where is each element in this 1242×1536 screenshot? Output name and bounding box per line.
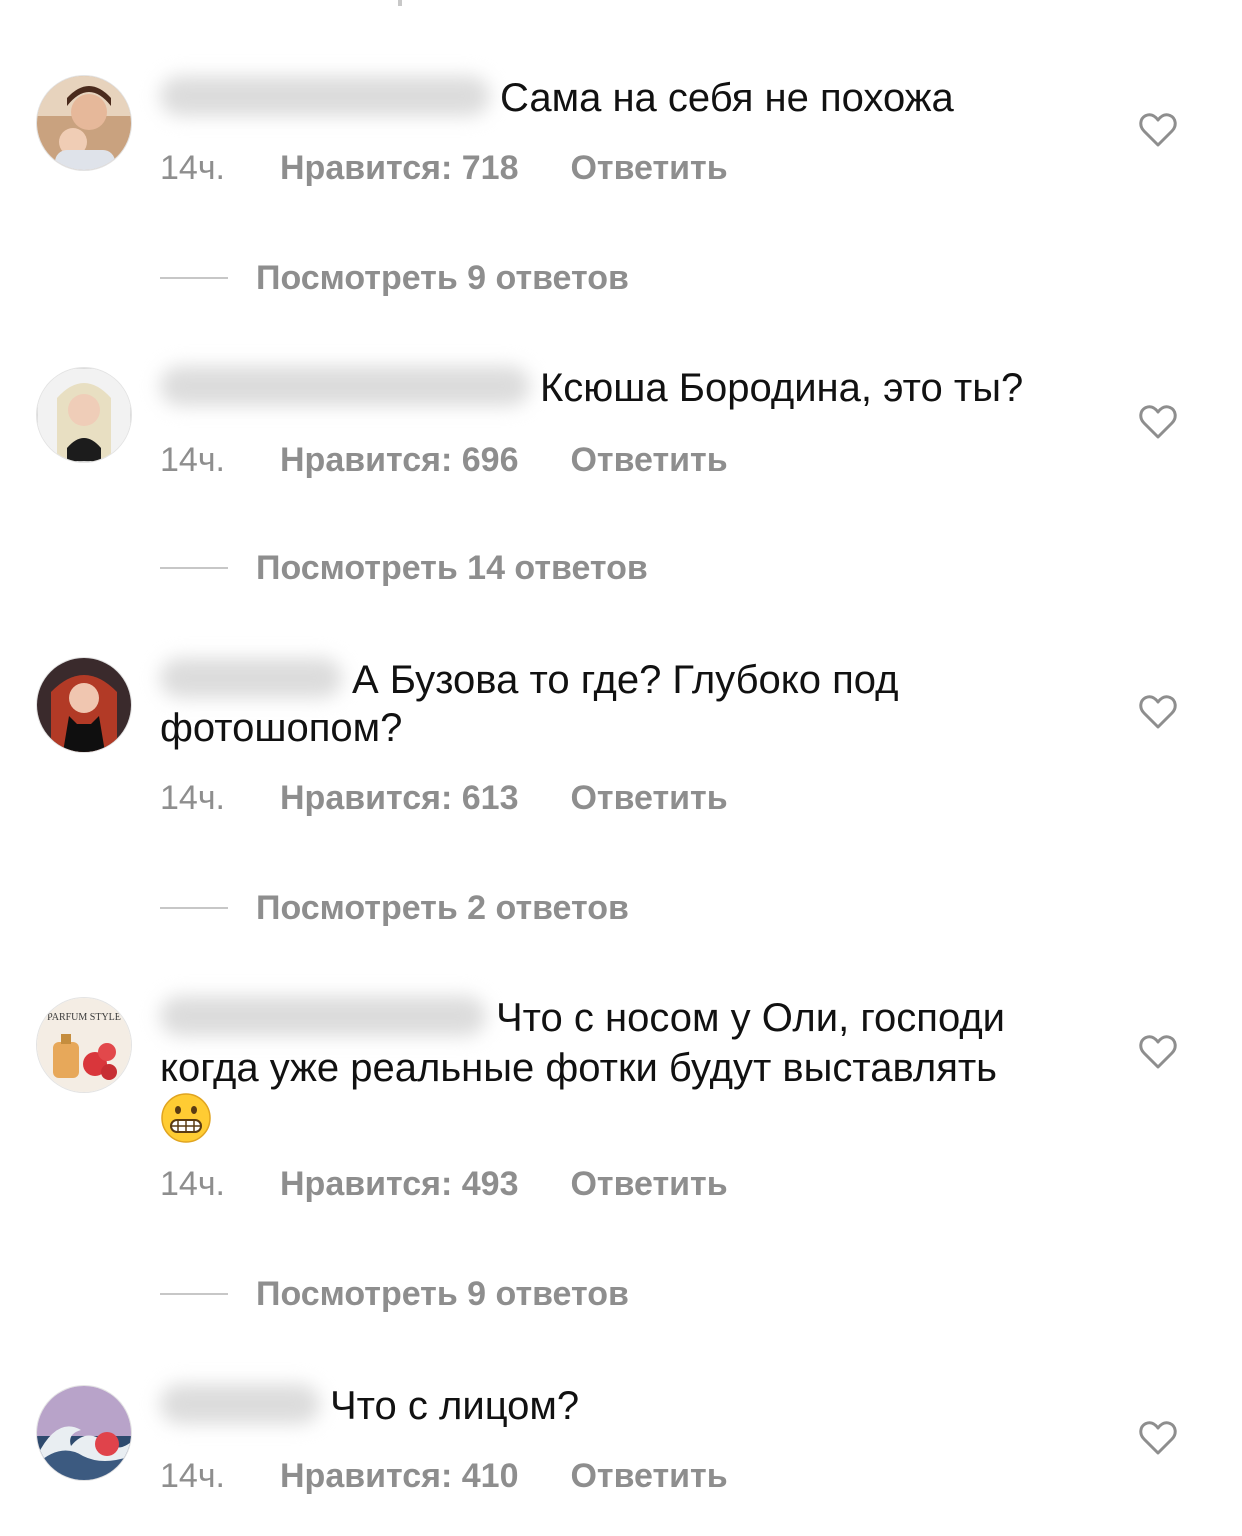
comment-text: когда уже реальные фотки будут выставлят… bbox=[160, 1046, 998, 1090]
replies-divider bbox=[160, 1293, 228, 1296]
avatar-image bbox=[37, 1386, 131, 1480]
username-redacted[interactable] bbox=[160, 1384, 320, 1425]
comment-text-line: Что с лицом? bbox=[160, 1382, 1072, 1430]
avatar-image bbox=[37, 368, 131, 462]
heart-outline-icon[interactable] bbox=[1138, 1420, 1178, 1456]
replies-divider bbox=[160, 567, 228, 570]
likes-count[interactable]: Нравится: 493 bbox=[280, 1164, 518, 1204]
grimacing-face-emoji bbox=[161, 1093, 211, 1144]
comment-meta: 14ч. Нравится: 718 Ответить bbox=[160, 148, 728, 188]
avatar[interactable]: PARFUM STYLE bbox=[37, 998, 131, 1092]
avatar-image bbox=[37, 658, 131, 752]
comment-meta: 14ч. Нравится: 410 Ответить bbox=[160, 1456, 728, 1496]
reply-button[interactable]: Ответить bbox=[570, 778, 727, 818]
comment-time: 14ч. bbox=[160, 779, 225, 817]
view-replies-button[interactable]: Посмотреть 2 ответов bbox=[160, 888, 629, 928]
username-redacted[interactable] bbox=[160, 76, 490, 117]
username-redacted[interactable] bbox=[160, 658, 342, 699]
reply-button[interactable]: Ответить bbox=[570, 1456, 727, 1496]
view-replies-button[interactable]: Посмотреть 9 ответов bbox=[160, 258, 629, 298]
comment-time: 14ч. bbox=[160, 149, 225, 187]
comment-time: 14ч. bbox=[160, 1457, 225, 1495]
reply-button[interactable]: Ответить bbox=[570, 148, 727, 188]
reply-button[interactable]: Ответить bbox=[570, 1164, 727, 1204]
replies-divider bbox=[160, 907, 228, 910]
avatar-image: PARFUM STYLE bbox=[37, 998, 131, 1092]
reply-button[interactable]: Ответить bbox=[570, 440, 727, 480]
comment-text: фотошопом? bbox=[160, 706, 403, 750]
heart-outline-icon[interactable] bbox=[1138, 112, 1178, 148]
replies-divider bbox=[160, 277, 228, 280]
view-replies-button[interactable]: Посмотреть 14 ответов bbox=[160, 548, 648, 588]
comment-text: Что с лицом? bbox=[330, 1384, 580, 1428]
username-redacted[interactable] bbox=[160, 996, 486, 1037]
comment-text: Сама на себя не похожа bbox=[500, 76, 954, 120]
comment-time: 14ч. bbox=[160, 1165, 225, 1203]
avatar-logo-text: PARFUM STYLE bbox=[47, 1012, 121, 1023]
heart-outline-icon[interactable] bbox=[1138, 694, 1178, 730]
comment-time: 14ч. bbox=[160, 441, 225, 479]
view-replies-label: Посмотреть 2 ответов bbox=[256, 889, 629, 927]
view-replies-label: Посмотреть 9 ответов bbox=[256, 1275, 629, 1313]
view-replies-button[interactable]: Посмотреть 9 ответов bbox=[160, 1274, 629, 1314]
view-replies-label: Посмотреть 9 ответов bbox=[256, 259, 629, 297]
comment-text-line: Что с носом у Оли, господи bbox=[160, 994, 1072, 1042]
scroll-top-tick bbox=[398, 0, 402, 6]
comment-text-line: Сама на себя не похожа bbox=[160, 74, 1072, 122]
comment-text: А Бузова то где? Глубоко под bbox=[352, 658, 899, 702]
likes-count[interactable]: Нравится: 718 bbox=[280, 148, 518, 188]
avatar[interactable] bbox=[37, 76, 131, 170]
comment-text: Что с носом у Оли, господи bbox=[496, 996, 1006, 1040]
likes-count[interactable]: Нравится: 410 bbox=[280, 1456, 518, 1496]
likes-count[interactable]: Нравится: 696 bbox=[280, 440, 518, 480]
avatar[interactable] bbox=[37, 1386, 131, 1480]
avatar[interactable] bbox=[37, 368, 131, 462]
heart-outline-icon[interactable] bbox=[1138, 1034, 1178, 1070]
comment-text-line: Ксюша Бородина, это ты? bbox=[160, 364, 1072, 412]
heart-outline-icon[interactable] bbox=[1138, 404, 1178, 440]
avatar[interactable] bbox=[37, 658, 131, 752]
comment-text-line: когда уже реальные фотки будут выставлят… bbox=[160, 1044, 1072, 1092]
username-redacted[interactable] bbox=[160, 366, 530, 407]
comment-meta: 14ч. Нравится: 696 Ответить bbox=[160, 440, 728, 480]
comment-meta: 14ч. Нравится: 613 Ответить bbox=[160, 778, 728, 818]
comment-text: Ксюша Бородина, это ты? bbox=[540, 366, 1024, 410]
likes-count[interactable]: Нравится: 613 bbox=[280, 778, 518, 818]
avatar-image bbox=[37, 76, 131, 170]
comment-text-line: А Бузова то где? Глубоко под bbox=[160, 656, 1072, 704]
view-replies-label: Посмотреть 14 ответов bbox=[256, 549, 648, 587]
comment-text-line bbox=[160, 1092, 1072, 1144]
comment-meta: 14ч. Нравится: 493 Ответить bbox=[160, 1164, 728, 1204]
comment-text-line: фотошопом? bbox=[160, 704, 1072, 752]
